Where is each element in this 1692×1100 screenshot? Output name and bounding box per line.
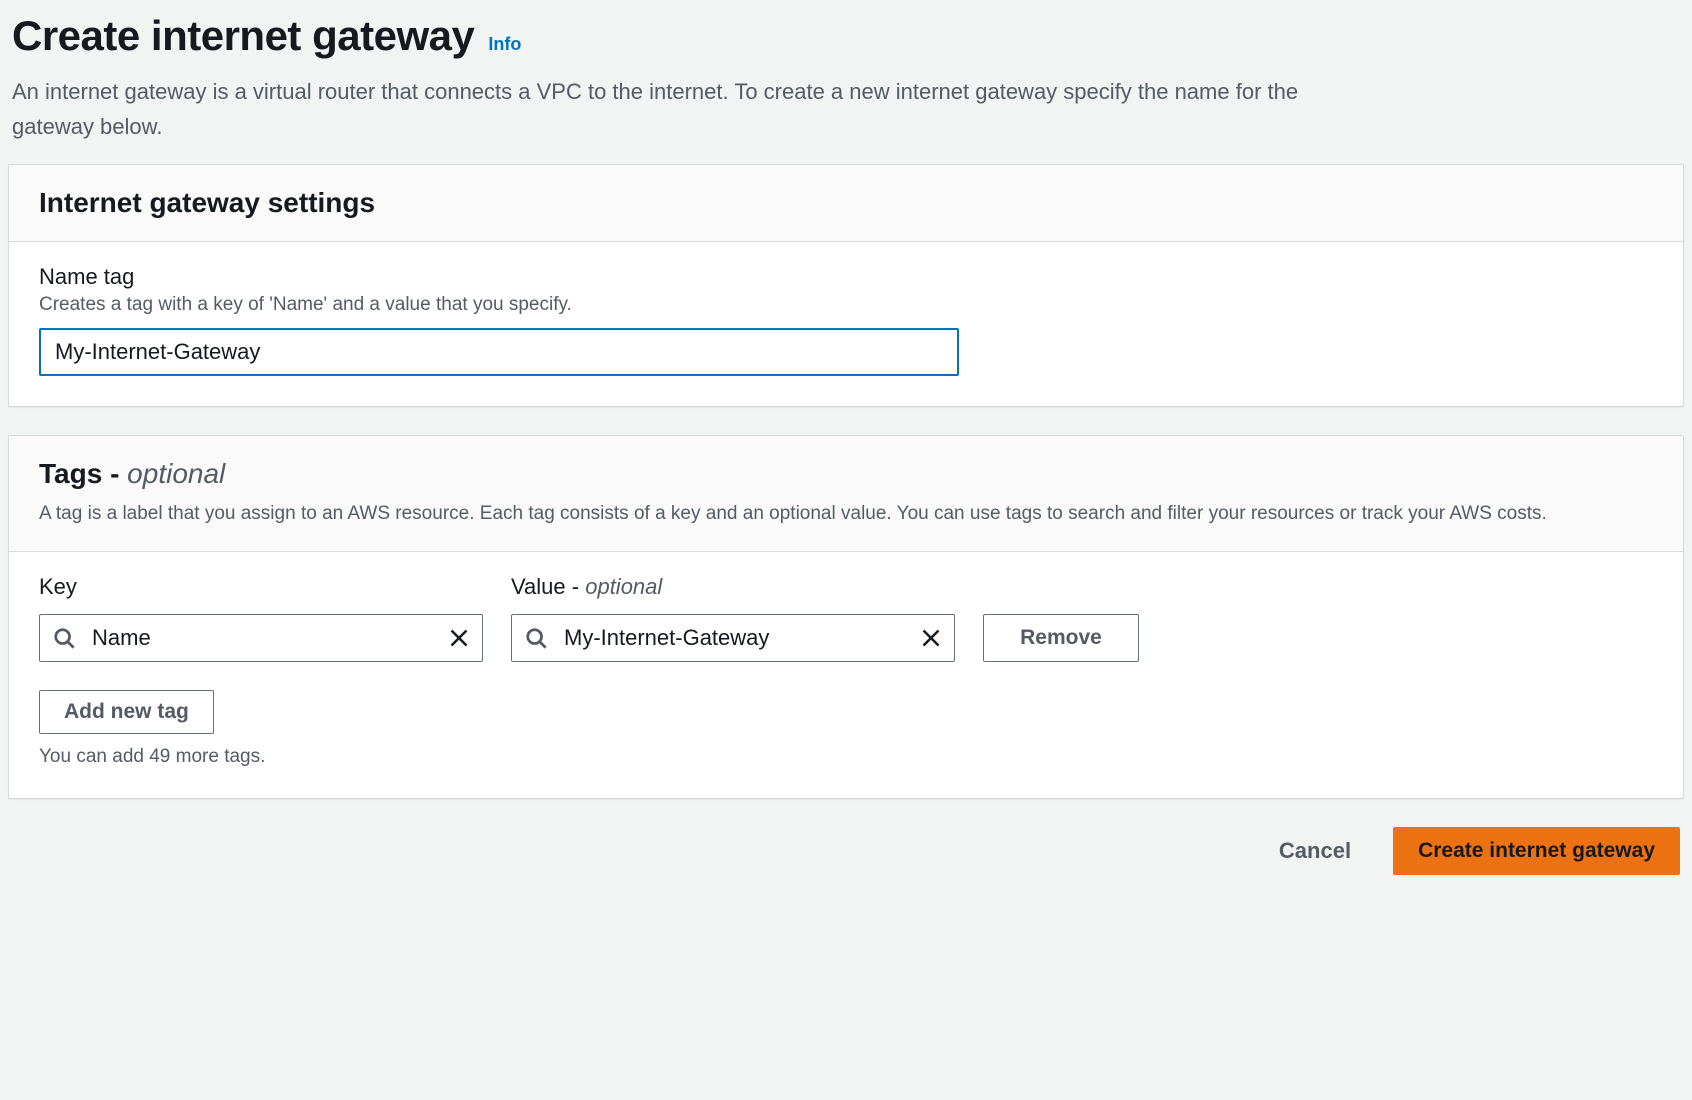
name-tag-input[interactable] [39, 328, 959, 376]
tags-panel-title: Tags - optional [39, 458, 1653, 490]
add-tag-row: Add new tag [39, 690, 1653, 734]
tags-panel-description: A tag is a label that you assign to an A… [39, 500, 1653, 529]
clear-icon[interactable] [921, 628, 941, 648]
settings-panel-header: Internet gateway settings [9, 165, 1683, 242]
page-description: An internet gateway is a virtual router … [12, 74, 1302, 144]
name-tag-label: Name tag [39, 264, 1653, 290]
page-title: Create internet gateway [12, 12, 474, 60]
tags-panel-header: Tags - optional A tag is a label that yo… [9, 436, 1683, 552]
tags-panel: Tags - optional A tag is a label that yo… [8, 435, 1684, 799]
tags-title-text: Tags [39, 458, 102, 489]
title-row: Create internet gateway Info [12, 12, 1680, 60]
footer-actions: Cancel Create internet gateway [8, 827, 1684, 875]
clear-icon[interactable] [449, 628, 469, 648]
tag-limit-text: You can add 49 more tags. [39, 746, 1653, 768]
tags-title-suffix: optional [127, 458, 225, 489]
tag-key-column: Key [39, 574, 483, 662]
tag-value-input-wrap [511, 614, 955, 662]
create-internet-gateway-button[interactable]: Create internet gateway [1393, 827, 1680, 875]
tag-value-label: Value - optional [511, 574, 955, 600]
tag-row: Key Value - optional [39, 574, 1653, 662]
add-new-tag-button[interactable]: Add new tag [39, 690, 214, 734]
settings-panel-body: Name tag Creates a tag with a key of 'Na… [9, 242, 1683, 406]
settings-panel: Internet gateway settings Name tag Creat… [8, 164, 1684, 407]
tag-key-label: Key [39, 574, 483, 600]
tag-remove-column: Remove [983, 614, 1139, 662]
tag-key-input[interactable] [39, 614, 483, 662]
remove-tag-button[interactable]: Remove [983, 614, 1139, 662]
tag-key-input-wrap [39, 614, 483, 662]
name-tag-hint: Creates a tag with a key of 'Name' and a… [39, 294, 1653, 316]
info-link[interactable]: Info [488, 34, 521, 55]
settings-panel-title: Internet gateway settings [39, 187, 1653, 219]
page-header: Create internet gateway Info An internet… [8, 0, 1684, 164]
tag-value-input[interactable] [511, 614, 955, 662]
tag-value-label-text: Value [511, 574, 566, 599]
cancel-button[interactable]: Cancel [1261, 827, 1369, 875]
tags-panel-body: Key Value - optional [9, 552, 1683, 798]
tag-value-column: Value - optional [511, 574, 955, 662]
tag-value-label-suffix: optional [585, 574, 662, 599]
